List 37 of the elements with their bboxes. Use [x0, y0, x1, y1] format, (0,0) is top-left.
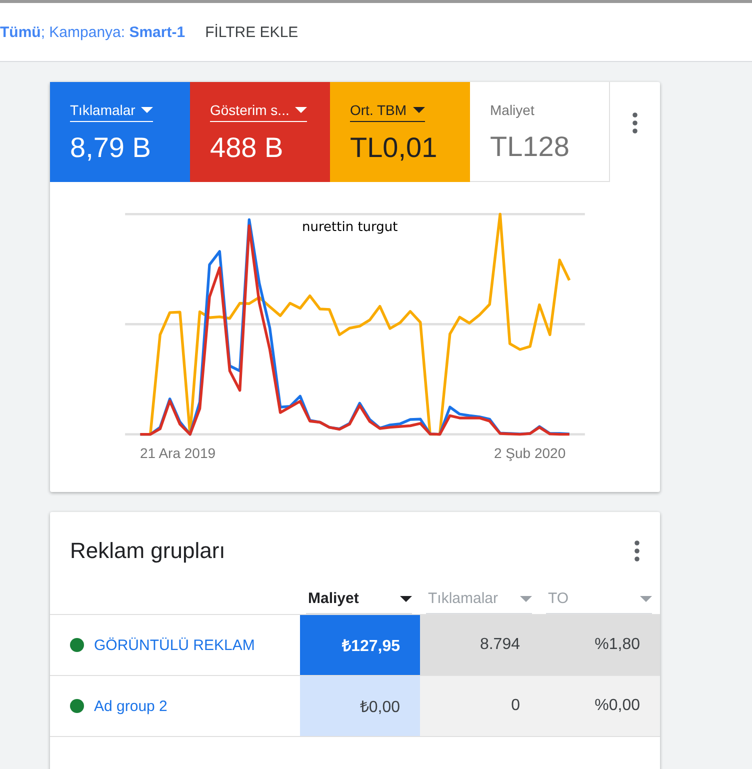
ad-group-link[interactable]: GÖRÜNTÜLÜ REKLAM: [94, 636, 255, 654]
column-header[interactable]: TO: [546, 586, 652, 614]
metric-tile[interactable]: Maliyet TL128: [470, 82, 610, 182]
metric-label[interactable]: Tıklamalar: [70, 102, 154, 122]
table-cell: ₺127,95: [300, 615, 420, 675]
caret-icon: [640, 596, 652, 602]
metric-label[interactable]: Ort. TBM: [350, 102, 425, 122]
caret-icon: [520, 596, 532, 602]
metric-value: TL128: [490, 131, 570, 163]
caret-icon: [400, 596, 412, 602]
card-title: Reklam grupları: [70, 538, 226, 564]
filter-chip[interactable]: Tümü; Kampanya: Smart-1: [0, 24, 186, 40]
axis-label: 2 Şub 2020: [494, 445, 566, 461]
more-icon[interactable]: [634, 540, 640, 562]
metric-tile[interactable]: Tıklamalar 8,79 B: [50, 82, 190, 182]
chart-annotation: nurettin turgut: [302, 220, 398, 235]
ad-group-link[interactable]: Ad group 2: [94, 698, 168, 714]
caret-icon: [141, 107, 154, 113]
table-cell: %1,80: [540, 615, 660, 675]
metric-value: 8,79 B: [70, 132, 152, 164]
column-header[interactable]: Tıklamalar: [426, 586, 532, 614]
column-header[interactable]: Maliyet: [306, 586, 412, 614]
add-filter-button[interactable]: FİLTRE EKLE: [205, 20, 298, 44]
metric-value: TL0,01: [350, 132, 438, 164]
metric-label[interactable]: Gösterim s...: [210, 102, 308, 122]
table-cell: 0: [420, 676, 540, 736]
axis-label: 21 Ara 2019: [140, 445, 216, 461]
caret-icon: [412, 107, 425, 113]
metric-tile[interactable]: Gösterim s... 488 B: [190, 82, 330, 182]
metric-tile[interactable]: Ort. TBM TL0,01: [330, 82, 470, 182]
table-cell: %0,00: [540, 676, 660, 736]
more-icon[interactable]: [632, 112, 638, 134]
metric-value: 488 B: [210, 132, 284, 164]
table-cell: ₺0,00: [300, 676, 420, 736]
metric-label[interactable]: Maliyet: [490, 102, 534, 121]
table-cell: 8.794: [420, 615, 540, 675]
caret-icon: [295, 107, 308, 113]
